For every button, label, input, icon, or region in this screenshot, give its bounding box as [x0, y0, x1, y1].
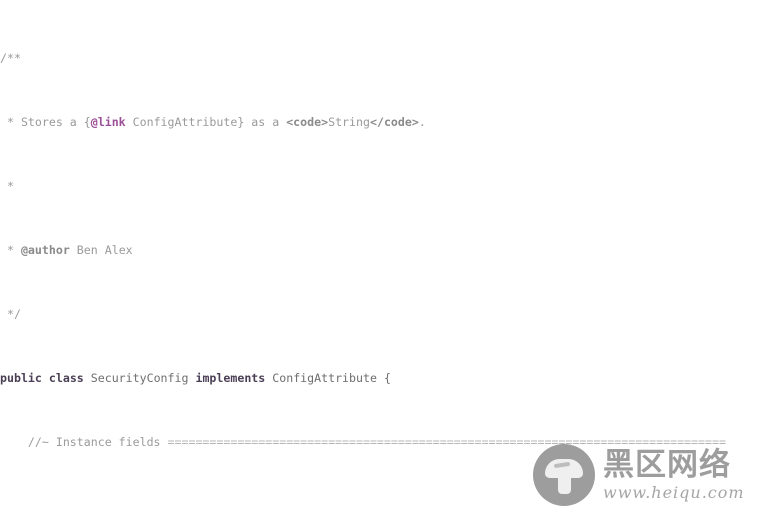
javadoc-comment: . [418, 115, 426, 129]
class-name: SecurityConfig [83, 371, 196, 385]
keyword-implements: implements [195, 371, 266, 385]
javadoc-author-value: Ben Alex [69, 243, 133, 257]
javadoc-link-tag: @link [90, 115, 126, 129]
section-comment-instance-fields: //~ Instance fields [0, 435, 168, 449]
keyword-class: class [48, 371, 84, 385]
interface-name: ConfigAttribute { [265, 371, 391, 385]
section-rule: ========================================… [167, 435, 726, 449]
javadoc-code-tag-close: </code> [369, 115, 419, 129]
javadoc-comment: * [0, 179, 14, 193]
javadoc-code-tag-open: <code> [286, 115, 329, 129]
javadoc-comment-start: /** [0, 51, 21, 65]
code-line: * [0, 178, 775, 194]
code-line: * Stores a {@link ConfigAttribute} as a … [0, 114, 775, 130]
javadoc-author-tag: @author [20, 243, 70, 257]
code-line: /** [0, 50, 775, 66]
code-line: public class SecurityConfig implements C… [0, 370, 775, 386]
code-line: * @author Ben Alex [0, 242, 775, 258]
keyword-public: public [0, 371, 42, 385]
javadoc-comment: String [328, 115, 370, 129]
code-line: //~ Instance fields ====================… [0, 434, 775, 450]
javadoc-comment-end: */ [0, 307, 21, 321]
javadoc-comment: * [0, 243, 21, 257]
code-editor-content: /** * Stores a {@link ConfigAttribute} a… [0, 0, 775, 516]
code-line: */ [0, 306, 775, 322]
javadoc-comment: * Stores a { [0, 115, 91, 129]
javadoc-comment: ConfigAttribute} as a [125, 115, 287, 129]
